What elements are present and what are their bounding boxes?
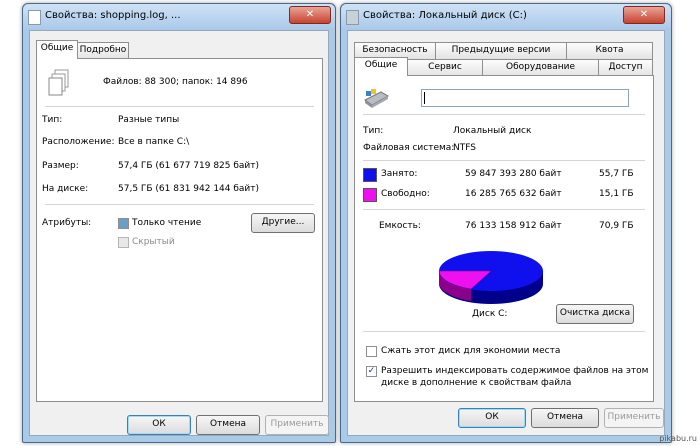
ok-button[interactable]: ОК [458, 408, 526, 428]
right-properties-window: Свойства: Локальный диск (C:) ✕ Безопасн… [340, 3, 672, 443]
apply-button[interactable]: Применить [265, 415, 329, 435]
multiple-files-icon [47, 69, 71, 97]
free-label: Свободно: [381, 189, 430, 199]
divider [363, 331, 645, 332]
readonly-checkbox[interactable] [118, 218, 129, 229]
divider [45, 204, 314, 205]
free-gb: 15,1 ГБ [599, 189, 634, 199]
left-title-bar[interactable]: Свойства: shopping.log, ... ✕ [23, 4, 335, 30]
disk-cleanup-button[interactable]: Очистка диска [556, 304, 634, 324]
capacity-gb: 70,9 ГБ [599, 221, 634, 231]
filesystem-label: Файловая система: [363, 143, 455, 153]
disk-usage-pie [438, 251, 543, 304]
divider [363, 114, 645, 115]
hidden-label: Скрытый [132, 237, 175, 247]
divider [45, 106, 314, 107]
used-label: Занято: [381, 169, 418, 179]
left-properties-window: Свойства: shopping.log, ... ✕ Общие Подр… [22, 3, 336, 443]
index-checkbox[interactable]: ✓ [366, 366, 377, 377]
size-on-disk-label: На диске: [42, 184, 89, 194]
type-value: Локальный диск [453, 126, 532, 136]
type-label: Тип: [363, 126, 384, 136]
right-window-title: Свойства: Локальный диск (C:) [363, 10, 527, 21]
size-value: 57,4 ГБ (61 677 719 825 байт) [118, 161, 260, 171]
volume-name-input[interactable] [421, 89, 629, 107]
tab-previous-versions[interactable]: Предыдущие версии [435, 42, 567, 59]
divider [363, 160, 645, 161]
hidden-checkbox[interactable] [118, 237, 129, 248]
location-value: Все в папке C:\ [118, 137, 190, 147]
size-on-disk-value: 57,5 ГБ (61 831 942 144 байт) [118, 184, 260, 194]
right-tab-page: Тип: Локальный диск Файловая система: NT… [354, 75, 654, 402]
index-label-line1: Разрешить индексировать содержимое файло… [381, 366, 649, 376]
tab-details[interactable]: Подробно [77, 42, 129, 59]
files-summary: Файлов: 88 300; папок: 14 896 [103, 77, 248, 87]
index-label-line2: диске в дополнение к свойствам файла [381, 378, 572, 388]
right-title-bar[interactable]: Свойства: Локальный диск (C:) ✕ [341, 4, 671, 30]
readonly-label: Только чтение [132, 218, 202, 228]
compress-checkbox[interactable] [366, 346, 377, 357]
tab-sharing[interactable]: Доступ [598, 59, 653, 76]
used-gb: 55,7 ГБ [599, 169, 634, 179]
ok-button[interactable]: ОК [127, 415, 191, 435]
text-cursor [424, 92, 425, 104]
tab-general[interactable]: Общие [354, 57, 408, 76]
right-close-button[interactable]: ✕ [623, 6, 665, 24]
tab-general[interactable]: Общие [36, 40, 78, 59]
attributes-label: Атрибуты: [42, 218, 92, 228]
divider [363, 209, 645, 210]
cancel-button[interactable]: Отмена [531, 408, 599, 428]
type-value: Разные типы [118, 115, 180, 125]
compress-label: Сжать этот диск для экономии места [381, 346, 561, 356]
tab-quota[interactable]: Квота [566, 42, 653, 59]
tab-service[interactable]: Сервис [407, 59, 483, 76]
capacity-bytes: 76 133 158 912 байт [465, 221, 562, 231]
free-bytes: 16 285 765 632 байт [465, 189, 562, 199]
left-window-title: Свойства: shopping.log, ... [45, 10, 181, 21]
cancel-button[interactable]: Отмена [196, 415, 260, 435]
apply-button[interactable]: Применить [604, 408, 664, 428]
disk-icon [346, 10, 359, 25]
file-icon [28, 10, 41, 25]
location-label: Расположение: [42, 137, 115, 147]
drive-icon [363, 88, 390, 108]
free-space-swatch [363, 188, 377, 202]
filesystem-value: NTFS [453, 143, 476, 153]
used-space-swatch [363, 168, 377, 182]
used-bytes: 59 847 393 280 байт [465, 169, 562, 179]
size-label: Размер: [42, 161, 79, 171]
left-close-button[interactable]: ✕ [289, 6, 331, 24]
right-client-area: Безопасность Предыдущие версии Квота Общ… [347, 30, 665, 436]
capacity-label: Емкость: [379, 221, 421, 231]
tab-hardware[interactable]: Оборудование [482, 59, 599, 76]
other-attributes-button[interactable]: Другие... [251, 213, 315, 233]
left-client-area: Общие Подробно Файлов: 88 300; папок: 14… [29, 30, 329, 436]
type-label: Тип: [42, 115, 63, 125]
disk-label: Диск C: [472, 309, 508, 319]
left-tab-page: Файлов: 88 300; папок: 14 896 Тип: Разны… [36, 58, 323, 402]
watermark: pikabu.ru [659, 434, 697, 443]
